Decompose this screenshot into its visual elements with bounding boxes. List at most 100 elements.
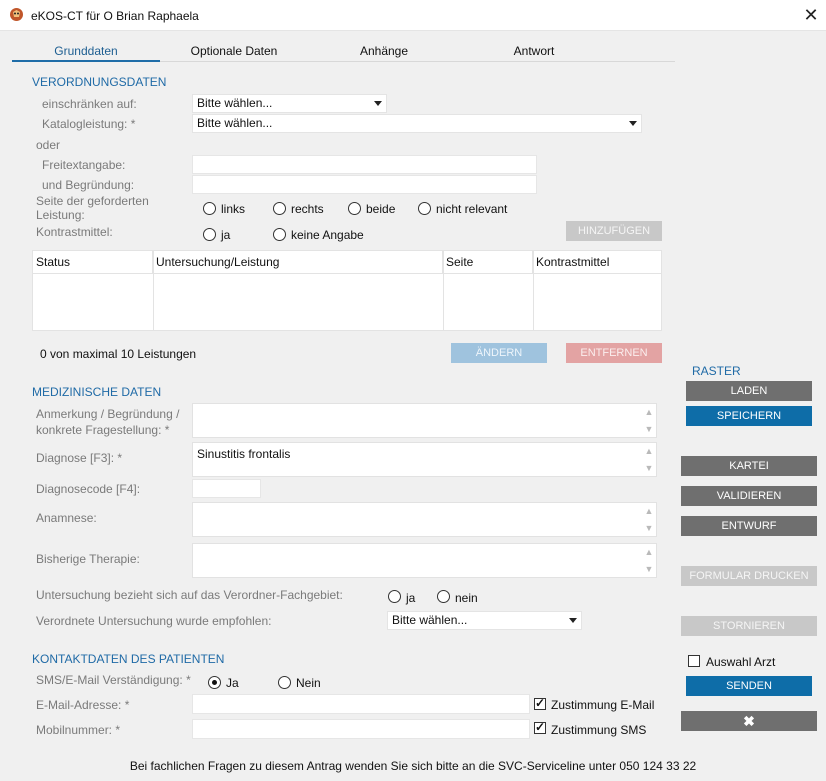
radio-kontrast-ja[interactable] xyxy=(203,228,216,241)
radio-seite-rechts[interactable] xyxy=(273,202,286,215)
scroll-up-icon[interactable]: ▲ xyxy=(644,547,654,557)
section-medizinische-daten: MEDIZINISCHE DATEN xyxy=(32,385,162,399)
table-column-divider xyxy=(443,251,444,331)
kartei-button[interactable]: KARTEI xyxy=(681,456,817,476)
empfohlen-select[interactable]: Bitte wählen... xyxy=(387,611,582,630)
diagnose-textarea[interactable]: Sinustitis frontalis ▲ ▼ xyxy=(192,442,657,477)
freitext-label: Freitextangabe: xyxy=(42,158,126,172)
einschraenken-value: Bitte wählen... xyxy=(197,96,273,110)
radio-seite-links[interactable] xyxy=(203,202,216,215)
scroll-up-icon[interactable]: ▲ xyxy=(644,506,654,516)
sms-consent-label: Zustimmung SMS xyxy=(551,723,647,737)
radio-sms-nein-label: Nein xyxy=(296,676,321,690)
table-header-untersuchung: Untersuchung/Leistung xyxy=(153,251,443,273)
therapie-label: Bisherige Therapie: xyxy=(36,552,140,566)
entfernen-button[interactable]: ENTFERNEN xyxy=(566,343,662,363)
leistungen-table: Status Untersuchung/Leistung Seite Kontr… xyxy=(32,250,662,331)
radio-sms-ja-label: Ja xyxy=(226,676,239,690)
radio-seite-beide-label: beide xyxy=(366,202,396,216)
hinzufuegen-button[interactable]: HINZUFÜGEN xyxy=(566,221,662,241)
tab-antwort[interactable]: Antwort xyxy=(460,44,608,62)
tab-anhaenge[interactable]: Anhänge xyxy=(310,44,458,62)
empfohlen-value: Bitte wählen... xyxy=(392,613,468,627)
mobil-input[interactable] xyxy=(192,719,530,739)
auswahl-arzt-checkbox[interactable] xyxy=(688,655,700,667)
formular-drucken-button[interactable]: FORMULAR DRUCKEN xyxy=(681,566,817,586)
cancel-button[interactable]: ✖ xyxy=(681,711,817,731)
anmerkung-textarea[interactable]: ▲ ▼ xyxy=(192,403,657,438)
senden-button[interactable]: SENDEN xyxy=(686,676,812,696)
active-tab-indicator xyxy=(12,60,160,62)
table-header-seite: Seite xyxy=(443,251,533,273)
speichern-button[interactable]: SPEICHERN xyxy=(686,406,812,426)
katalog-value: Bitte wählen... xyxy=(197,116,273,130)
radio-seite-rechts-label: rechts xyxy=(291,202,324,216)
scroll-up-icon[interactable]: ▲ xyxy=(644,407,654,417)
close-icon: ✖ xyxy=(743,713,755,729)
diagnose-value: Sinustitis frontalis xyxy=(197,447,291,461)
empfohlen-label: Verordnete Untersuchung wurde empfohlen: xyxy=(36,614,272,628)
fachgebiet-label: Untersuchung bezieht sich auf das Verord… xyxy=(36,588,343,602)
table-column-divider xyxy=(153,251,154,331)
table-header-status: Status xyxy=(33,251,153,273)
email-label: E-Mail-Adresse: * xyxy=(36,698,130,712)
dropdown-arrow-icon xyxy=(629,121,637,126)
tab-optionale-daten[interactable]: Optionale Daten xyxy=(160,44,308,62)
raster-title: RASTER xyxy=(692,364,741,378)
dropdown-arrow-icon xyxy=(374,101,382,106)
aendern-button[interactable]: ÄNDERN xyxy=(451,343,547,363)
einschraenken-select[interactable]: Bitte wählen... xyxy=(192,94,387,113)
table-column-divider xyxy=(533,251,534,331)
leistungen-count: 0 von maximal 10 Leistungen xyxy=(40,347,197,361)
radio-sms-ja[interactable] xyxy=(208,676,221,689)
close-window-icon[interactable]: ✕ xyxy=(800,4,822,26)
validieren-button[interactable]: VALIDIEREN xyxy=(681,486,817,506)
scroll-down-icon[interactable]: ▼ xyxy=(644,523,654,533)
radio-seite-nicht-relevant[interactable] xyxy=(418,202,431,215)
entwurf-button[interactable]: ENTWURF xyxy=(681,516,817,536)
diagnosecode-input[interactable] xyxy=(192,479,261,498)
scroll-up-icon[interactable]: ▲ xyxy=(644,446,654,456)
begruendung-input[interactable] xyxy=(192,175,537,194)
radio-kontrast-keine-angabe[interactable] xyxy=(273,228,286,241)
scroll-down-icon[interactable]: ▼ xyxy=(644,424,654,434)
window-title: eKOS-CT für O Brian Raphaela xyxy=(31,9,199,23)
section-verordnungsdaten: VERORDNUNGSDATEN xyxy=(32,75,167,89)
scroll-down-icon[interactable]: ▼ xyxy=(644,564,654,574)
table-header-kontrastmittel: Kontrastmittel xyxy=(536,255,610,269)
email-input[interactable] xyxy=(192,694,530,714)
email-consent-checkbox[interactable] xyxy=(534,696,546,710)
radio-kontrast-keine-angabe-label: keine Angabe xyxy=(291,228,364,242)
app-logo-icon xyxy=(10,8,23,21)
diagnosecode-label: Diagnosecode [F4]: xyxy=(36,482,141,496)
begruendung-label: und Begründung: xyxy=(42,178,135,192)
table-header-divider xyxy=(33,273,661,274)
sms-consent-checkbox[interactable] xyxy=(534,720,546,734)
footer-hint: Bei fachlichen Fragen zu diesem Antrag w… xyxy=(129,759,697,773)
diagnose-label: Diagnose [F3]: * xyxy=(36,451,123,465)
radio-fachgebiet-ja[interactable] xyxy=(388,590,401,603)
anmerkung-label-line1: Anmerkung / Begründung / xyxy=(36,407,180,421)
scroll-down-icon[interactable]: ▼ xyxy=(644,463,654,473)
kontrast-label: Kontrastmittel: xyxy=(36,225,113,239)
email-consent-label: Zustimmung E-Mail xyxy=(551,698,655,712)
katalog-select[interactable]: Bitte wählen... xyxy=(192,114,642,133)
radio-fachgebiet-nein[interactable] xyxy=(437,590,450,603)
seite-label: Seite der geforderten Leistung: xyxy=(36,194,149,222)
dropdown-arrow-icon xyxy=(569,618,577,623)
oder-label: oder xyxy=(36,138,61,152)
anmerkung-label-line2: konkrete Fragestellung: * xyxy=(36,423,170,437)
sms-label: SMS/E-Mail Verständigung: * xyxy=(36,673,191,687)
therapie-textarea[interactable]: ▲ ▼ xyxy=(192,543,657,578)
laden-button[interactable]: LADEN xyxy=(686,381,812,401)
radio-seite-nicht-relevant-label: nicht relevant xyxy=(436,202,508,216)
radio-kontrast-ja-label: ja xyxy=(221,228,231,242)
stornieren-button[interactable]: STORNIEREN xyxy=(681,616,817,636)
anamnese-textarea[interactable]: ▲ ▼ xyxy=(192,502,657,537)
katalog-label: Katalogleistung: * xyxy=(42,117,136,131)
radio-fachgebiet-nein-label: nein xyxy=(455,591,478,605)
freitext-input[interactable] xyxy=(192,155,537,174)
radio-sms-nein[interactable] xyxy=(278,676,291,689)
radio-seite-beide[interactable] xyxy=(348,202,361,215)
radio-fachgebiet-ja-label: ja xyxy=(406,591,416,605)
